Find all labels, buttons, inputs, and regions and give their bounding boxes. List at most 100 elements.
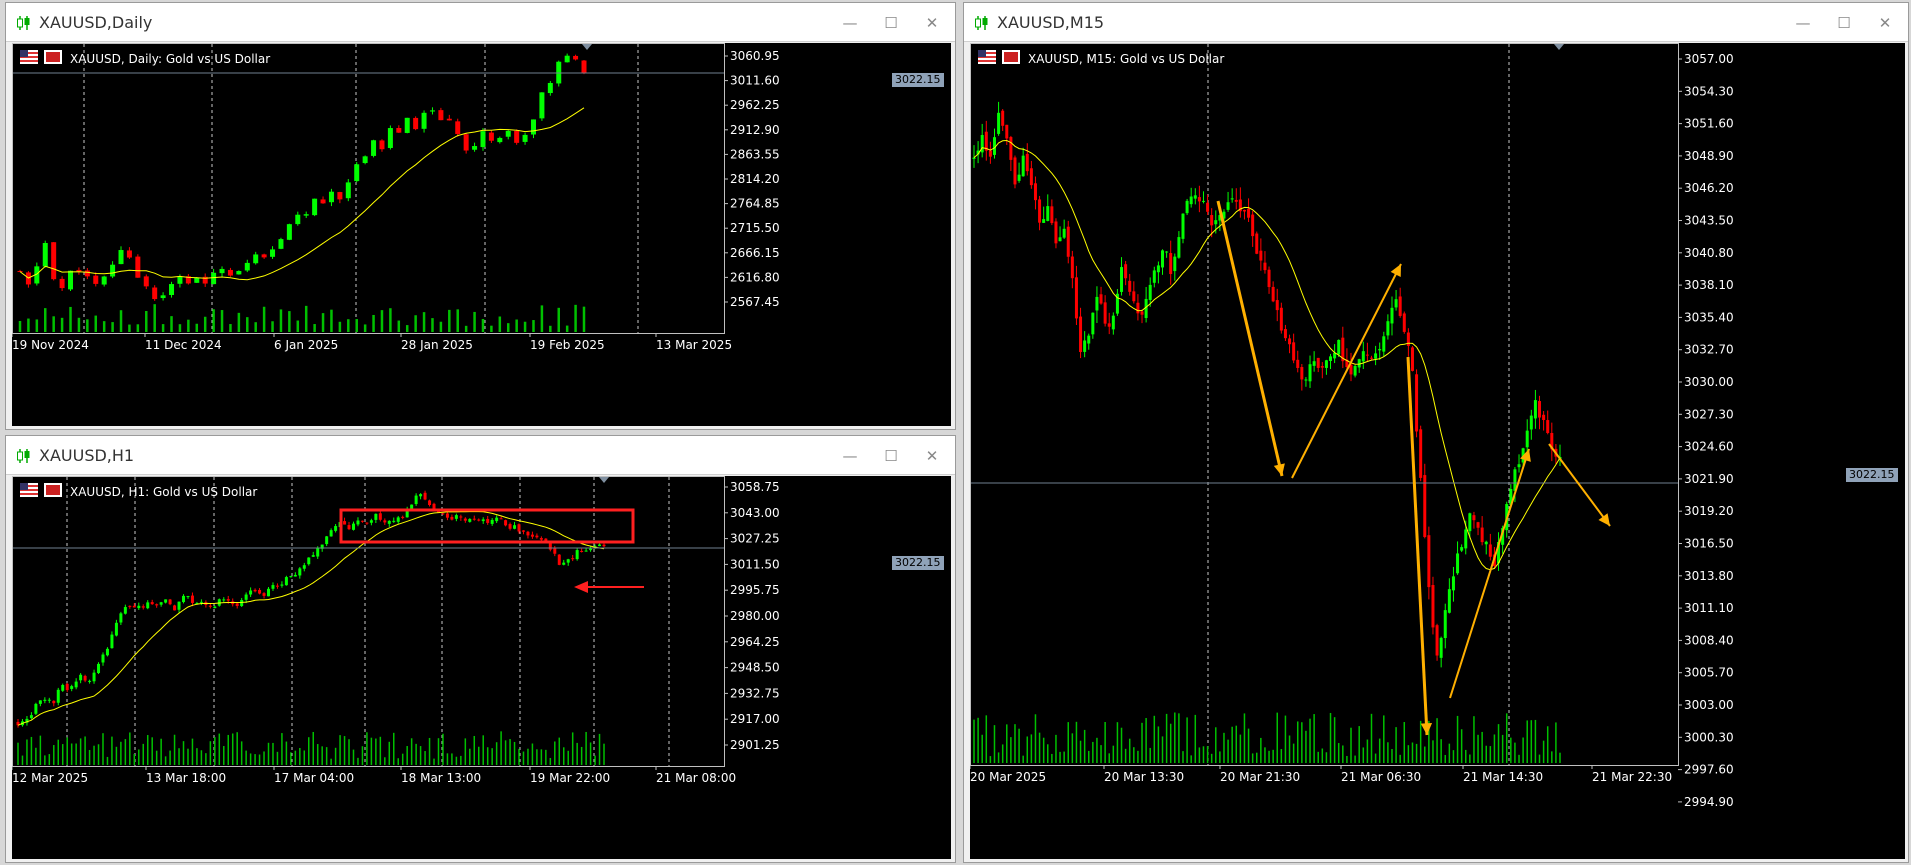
- chart-daily-svg[interactable]: 3060.95 3011.60 2962.25 2912.90 2863.55 2814.…: [12, 43, 951, 426]
- bull-candle: [1058, 237, 1062, 242]
- bull-candle: [396, 517, 400, 522]
- window-h1[interactable]: XAUUSD,H1 — ☐ ✕ 3058.75 3043.00 3027.25 301…: [5, 435, 956, 863]
- bull-candle: [1304, 379, 1308, 381]
- chart-m15[interactable]: 3057.00 3054.30 3051.60 3048.90 3046.20 3043.…: [970, 43, 1905, 859]
- bear-candle: [135, 256, 141, 278]
- chart-daily[interactable]: 3060.95 3011.60 2962.25 2912.90 2863.55 2814.…: [12, 43, 951, 426]
- bull-candle: [56, 689, 60, 703]
- bear-candle: [1206, 202, 1210, 212]
- bull-candle: [562, 562, 566, 565]
- maximize-button[interactable]: ☐: [1835, 14, 1853, 32]
- bear-candle: [580, 550, 584, 552]
- bear-candle: [258, 589, 262, 594]
- bull-candle: [387, 128, 393, 148]
- bull-candle: [1226, 202, 1230, 210]
- maximize-button[interactable]: ☐: [882, 14, 900, 32]
- us-flag-icon: [20, 483, 38, 497]
- bull-candle: [34, 703, 38, 714]
- bear-candle: [1480, 527, 1484, 543]
- bull-candle: [177, 276, 183, 284]
- bull-candle: [316, 547, 320, 557]
- window-daily[interactable]: XAUUSD,Daily — ☐ ✕ 3060.95 3011.60 2962.25…: [5, 2, 956, 430]
- x-tick-label: 21 Mar 06:30: [1341, 770, 1421, 784]
- bear-candle: [383, 520, 387, 523]
- bear-candle: [428, 500, 432, 506]
- bear-candle: [347, 525, 351, 530]
- close-button[interactable]: ✕: [1876, 14, 1894, 32]
- bull-candle: [354, 164, 360, 182]
- bull-candle: [522, 134, 528, 142]
- bull-candle: [1460, 547, 1464, 551]
- bear-candle: [602, 544, 606, 547]
- bear-candle: [1107, 323, 1111, 327]
- bull-candle: [472, 146, 478, 150]
- bear-candle: [76, 269, 82, 272]
- maximize-button[interactable]: ☐: [882, 447, 900, 465]
- bull-candle: [468, 518, 472, 522]
- chart-h1-svg[interactable]: 3058.75 3043.00 3027.25 3011.50 2995.75 2980.…: [12, 476, 951, 859]
- bear-candle: [1103, 302, 1107, 324]
- bear-candle: [275, 585, 279, 587]
- x-tick-label: 13 Mar 2025: [656, 338, 732, 352]
- minimize-button[interactable]: —: [1794, 14, 1812, 32]
- bear-candle: [1476, 522, 1480, 528]
- chart-shift-marker: [599, 477, 609, 483]
- bull-candle: [345, 182, 351, 199]
- y-tick-label: 2912.90: [730, 123, 780, 137]
- window-m15-titlebar[interactable]: XAUUSD,M15 — ☐ ✕: [964, 3, 1908, 42]
- y-tick-label: 3057.00: [1684, 52, 1734, 66]
- chart-h1[interactable]: 3058.75 3043.00 3027.25 3011.50 2995.75 2980.…: [12, 476, 951, 859]
- bull-candle: [123, 607, 127, 614]
- bear-candle: [1251, 214, 1255, 237]
- bear-candle: [1419, 429, 1423, 478]
- close-button[interactable]: ✕: [923, 14, 941, 32]
- x-tick-label: 6 Jan 2025: [274, 338, 338, 352]
- bear-candle: [59, 278, 65, 289]
- bear-candle: [1099, 294, 1103, 304]
- bull-candle: [159, 602, 163, 605]
- bear-candle: [141, 606, 145, 608]
- window-daily-titlebar[interactable]: XAUUSD,Daily — ☐ ✕: [6, 3, 955, 42]
- bear-candle: [472, 518, 476, 520]
- orange-down-arrow-2-head: [1420, 723, 1433, 735]
- bull-candle: [414, 495, 418, 505]
- orange-down-arrow-1-head: [1273, 463, 1285, 476]
- bull-candle: [311, 555, 315, 557]
- bear-candle: [1542, 414, 1546, 421]
- bear-candle: [1410, 347, 1414, 371]
- bear-candle: [1538, 401, 1542, 418]
- minimize-button[interactable]: —: [841, 14, 859, 32]
- bull-candle: [392, 520, 396, 522]
- bear-candle: [343, 521, 347, 525]
- bear-candle: [1259, 250, 1263, 261]
- bear-candle: [441, 513, 445, 515]
- y-tick-label: 3043.50: [1684, 214, 1734, 228]
- bull-candle: [29, 715, 33, 719]
- close-button[interactable]: ✕: [923, 447, 941, 465]
- bull-candle: [1156, 265, 1160, 273]
- bull-candle: [575, 550, 579, 560]
- bull-candle: [68, 270, 74, 290]
- bear-candle: [235, 603, 239, 606]
- bull-candle: [79, 674, 83, 681]
- bull-candle: [286, 224, 292, 240]
- x-tick-label: 20 Mar 21:30: [1220, 770, 1300, 784]
- bull-candle: [1177, 237, 1181, 258]
- window-m15[interactable]: XAUUSD,M15 — ☐ ✕ 3057.00 3054.30 3051.60 30…: [963, 2, 1909, 863]
- chart-symbol-label: XAUUSD, M15: Gold vs US Dollar: [1028, 52, 1225, 66]
- bear-candle: [548, 542, 552, 550]
- y-tick-label: 3021.90: [1684, 472, 1734, 486]
- y-tick-label: 3027.30: [1684, 407, 1734, 421]
- bull-candle: [1062, 228, 1066, 238]
- bear-candle: [446, 118, 452, 121]
- bear-candle: [526, 531, 530, 536]
- bear-candle: [1140, 311, 1144, 315]
- bear-candle: [573, 55, 579, 60]
- current-price-tag: 3022.15: [1846, 468, 1898, 482]
- bear-candle: [1210, 215, 1214, 226]
- bear-candle: [423, 492, 427, 500]
- window-h1-titlebar[interactable]: XAUUSD,H1 — ☐ ✕: [6, 436, 955, 475]
- bull-candle: [1443, 610, 1447, 639]
- minimize-button[interactable]: —: [841, 447, 859, 465]
- chart-m15-svg[interactable]: 3057.00 3054.30 3051.60 3048.90 3046.20 3043.…: [970, 43, 1905, 859]
